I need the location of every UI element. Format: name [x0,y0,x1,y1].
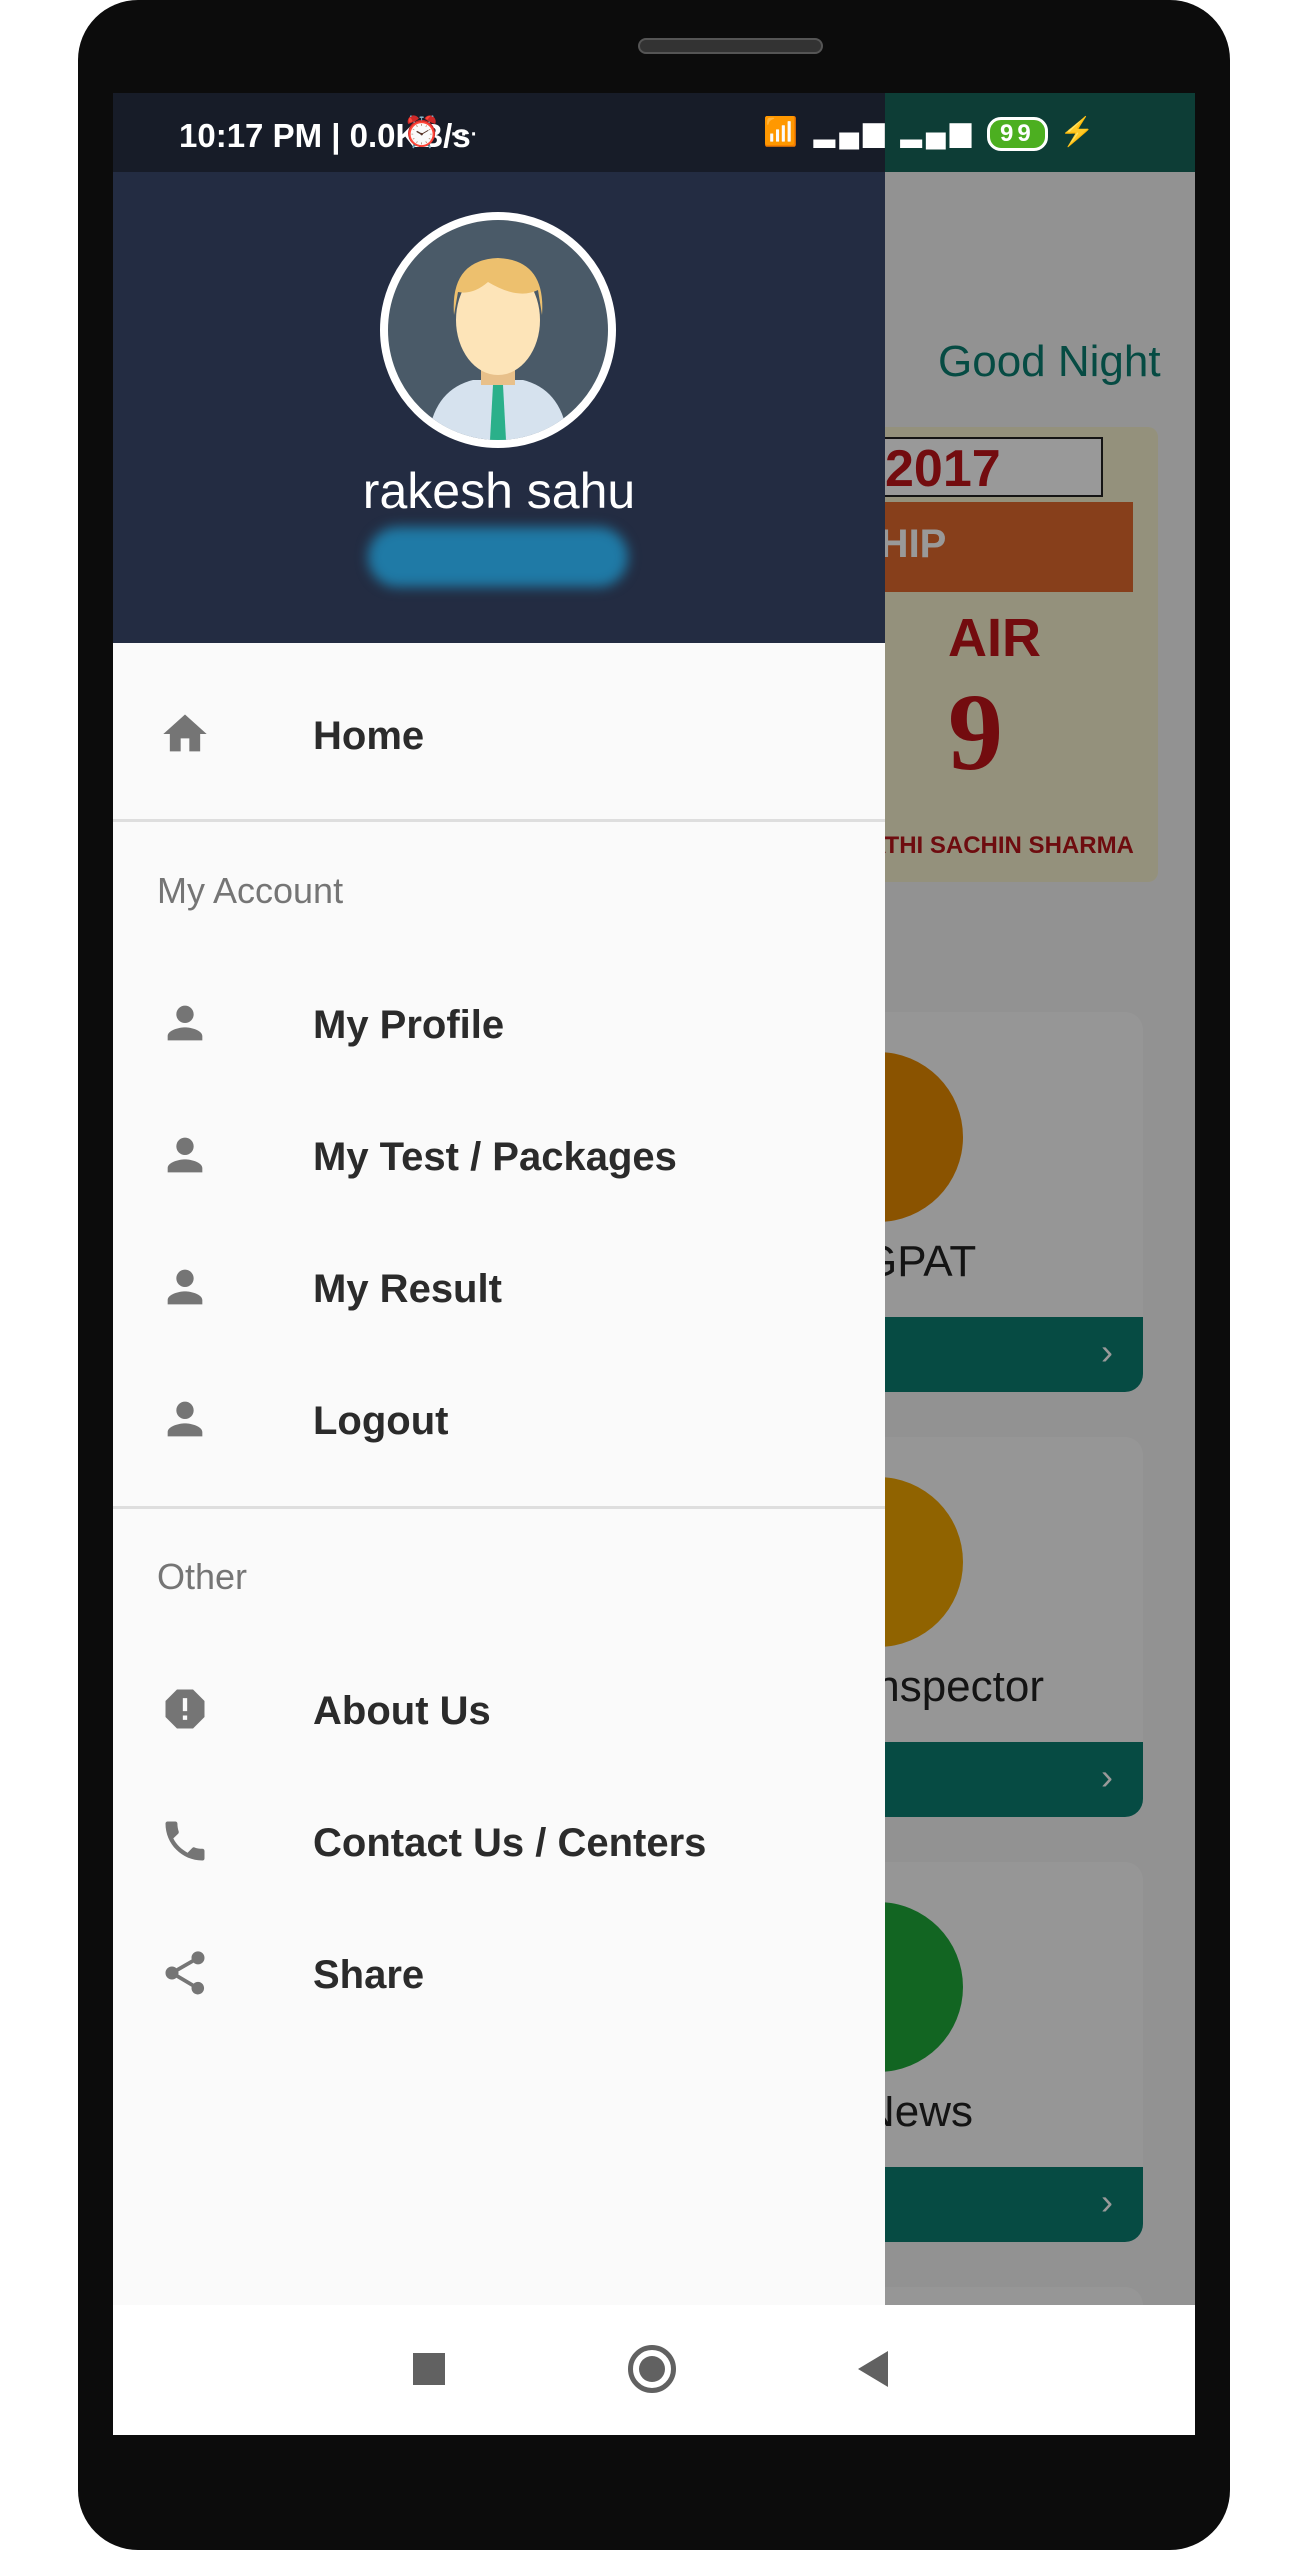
section-my-account: My Account [157,870,344,911]
menu-item-contact-us[interactable]: Contact Us / Centers [113,1775,885,1907]
menu-item-about-us[interactable]: About Us [113,1643,885,1775]
person-icon [167,1005,203,1041]
navigation-drawer: rakesh sahu Home My Account My Profile M… [113,93,885,2356]
redacted-phone-number [368,527,628,587]
phone-icon [165,1821,205,1861]
screen: 10:17 PM | 0.0KB/s ⏰ ··· 📶 ▂▄▆ ▂▄▆ 99 ⚡ … [113,93,1195,2435]
menu-item-my-profile[interactable]: My Profile [113,957,885,1089]
home-icon [163,714,207,752]
alarm-icon: ⏰ ··· [403,116,479,149]
info-alert-icon [165,1689,205,1729]
avatar[interactable] [380,212,616,448]
user-name: rakesh sahu [362,463,636,519]
status-bar: 10:17 PM | 0.0KB/s ⏰ ··· 📶 ▂▄▆ ▂▄▆ 99 ⚡ [113,93,1195,172]
divider [113,1506,885,1509]
drawer-header: rakesh sahu [113,172,885,643]
divider [113,819,885,822]
section-other: Other [157,1556,248,1597]
menu-item-my-result[interactable]: My Result [113,1221,885,1353]
back-button[interactable] [858,2351,888,2387]
share-icon [165,1951,205,1995]
speaker [638,38,823,54]
person-icon [167,1401,203,1437]
person-icon [167,1137,203,1173]
menu-item-logout[interactable]: Logout [113,1353,885,1485]
system-nav-bar [113,2305,1195,2435]
menu-item-my-test-packages[interactable]: My Test / Packages [113,1089,885,1221]
menu-item-home[interactable]: Home [113,668,885,800]
person-icon [167,1269,203,1305]
battery-icon: 99 [987,117,1048,151]
menu-item-share[interactable]: Share [113,1907,885,2039]
home-button[interactable] [628,2345,676,2393]
wifi-icon: 📶 [763,116,802,147]
status-icons: 📶 ▂▄▆ ▂▄▆ 99 ⚡ [763,115,1098,151]
recents-button[interactable] [413,2353,445,2385]
